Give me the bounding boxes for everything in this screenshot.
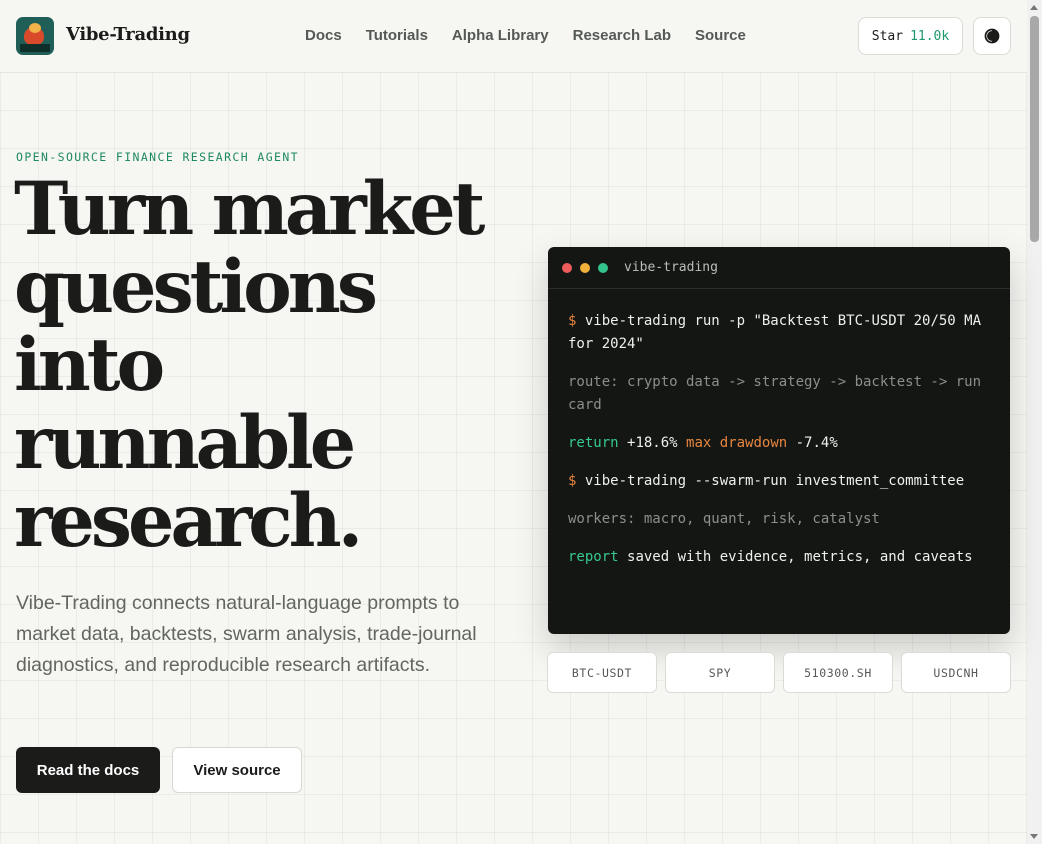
return-value: +18.6% (627, 435, 678, 451)
prompt-symbol: $ (568, 473, 577, 489)
terminal-title: vibe-trading (624, 260, 718, 275)
star-label: Star (871, 28, 904, 44)
maximize-dot-icon (598, 263, 608, 273)
report-text: saved with evidence, metrics, and caveat… (627, 549, 973, 565)
view-source-button[interactable]: View source (172, 747, 302, 793)
ticker-chip[interactable]: SPY (665, 652, 775, 693)
terminal-line: workers: macro, quant, risk, catalyst (568, 511, 880, 527)
nav-alpha-library[interactable]: Alpha Library (452, 27, 549, 44)
read-docs-button[interactable]: Read the docs (16, 747, 160, 793)
terminal-window: vibe-trading $ vibe-trading run -p "Back… (548, 247, 1010, 634)
return-label: return (568, 435, 619, 451)
site-header: Vibe-Trading Docs Tutorials Alpha Librar… (0, 0, 1027, 73)
close-dot-icon (562, 263, 572, 273)
terminal-line: report saved with evidence, metrics, and… (568, 546, 993, 569)
hero-title-line: research. (14, 478, 363, 564)
star-count: 11.0k (910, 28, 950, 44)
prompt-symbol: $ (568, 313, 577, 329)
hero-eyebrow: OPEN-SOURCE FINANCE RESEARCH AGENT (16, 150, 300, 164)
command-text: vibe-trading --swarm-run investment_comm… (584, 473, 965, 489)
nav-research-lab[interactable]: Research Lab (573, 27, 671, 44)
github-star-button[interactable]: Star 11.0k (858, 17, 963, 55)
hero-title-line: runnable (14, 400, 356, 486)
command-text: vibe-trading run -p "Backtest BTC-USDT 2… (568, 313, 982, 352)
ticker-chip[interactable]: 510300.SH (783, 652, 893, 693)
hero-title-line: Turn market (14, 166, 485, 252)
nav-source[interactable]: Source (695, 27, 746, 44)
hero-title-line: questions (14, 244, 378, 330)
scroll-thumb[interactable] (1030, 16, 1039, 242)
terminal-line: $ vibe-trading run -p "Backtest BTC-USDT… (568, 310, 993, 356)
ticker-chip[interactable]: USDCNH (901, 652, 1011, 693)
report-label: report (568, 549, 619, 565)
hero-title: Turn market questions into runnable rese… (14, 170, 514, 560)
nav-docs[interactable]: Docs (305, 27, 342, 44)
ticker-chip[interactable]: BTC-USDT (547, 652, 657, 693)
terminal-line: route: crypto data -> strategy -> backte… (568, 374, 982, 413)
logo-icon[interactable] (16, 17, 54, 55)
scroll-up-arrow-icon[interactable] (1030, 5, 1038, 10)
scroll-down-arrow-icon[interactable] (1030, 834, 1038, 839)
terminal-output: $ vibe-trading run -p "Backtest BTC-USDT… (568, 310, 993, 584)
drawdown-value: -7.4% (795, 435, 838, 451)
brand-name[interactable]: Vibe-Trading (66, 24, 190, 45)
hero-description: Vibe-Trading connects natural-language p… (16, 592, 477, 676)
page-scrollbar[interactable] (1027, 0, 1042, 844)
terminal-titlebar: vibe-trading (548, 247, 1010, 289)
nav-tutorials[interactable]: Tutorials (366, 27, 428, 44)
minimize-dot-icon (580, 263, 590, 273)
drawdown-label: max drawdown (686, 435, 788, 451)
terminal-line: return +18.6% max drawdown -7.4% (568, 432, 993, 455)
contrast-icon (984, 28, 1000, 44)
main-nav: Docs Tutorials Alpha Library Research La… (305, 27, 746, 44)
terminal-line: $ vibe-trading --swarm-run investment_co… (568, 470, 993, 493)
hero-title-line: into (14, 322, 165, 408)
theme-toggle-button[interactable] (973, 17, 1011, 55)
